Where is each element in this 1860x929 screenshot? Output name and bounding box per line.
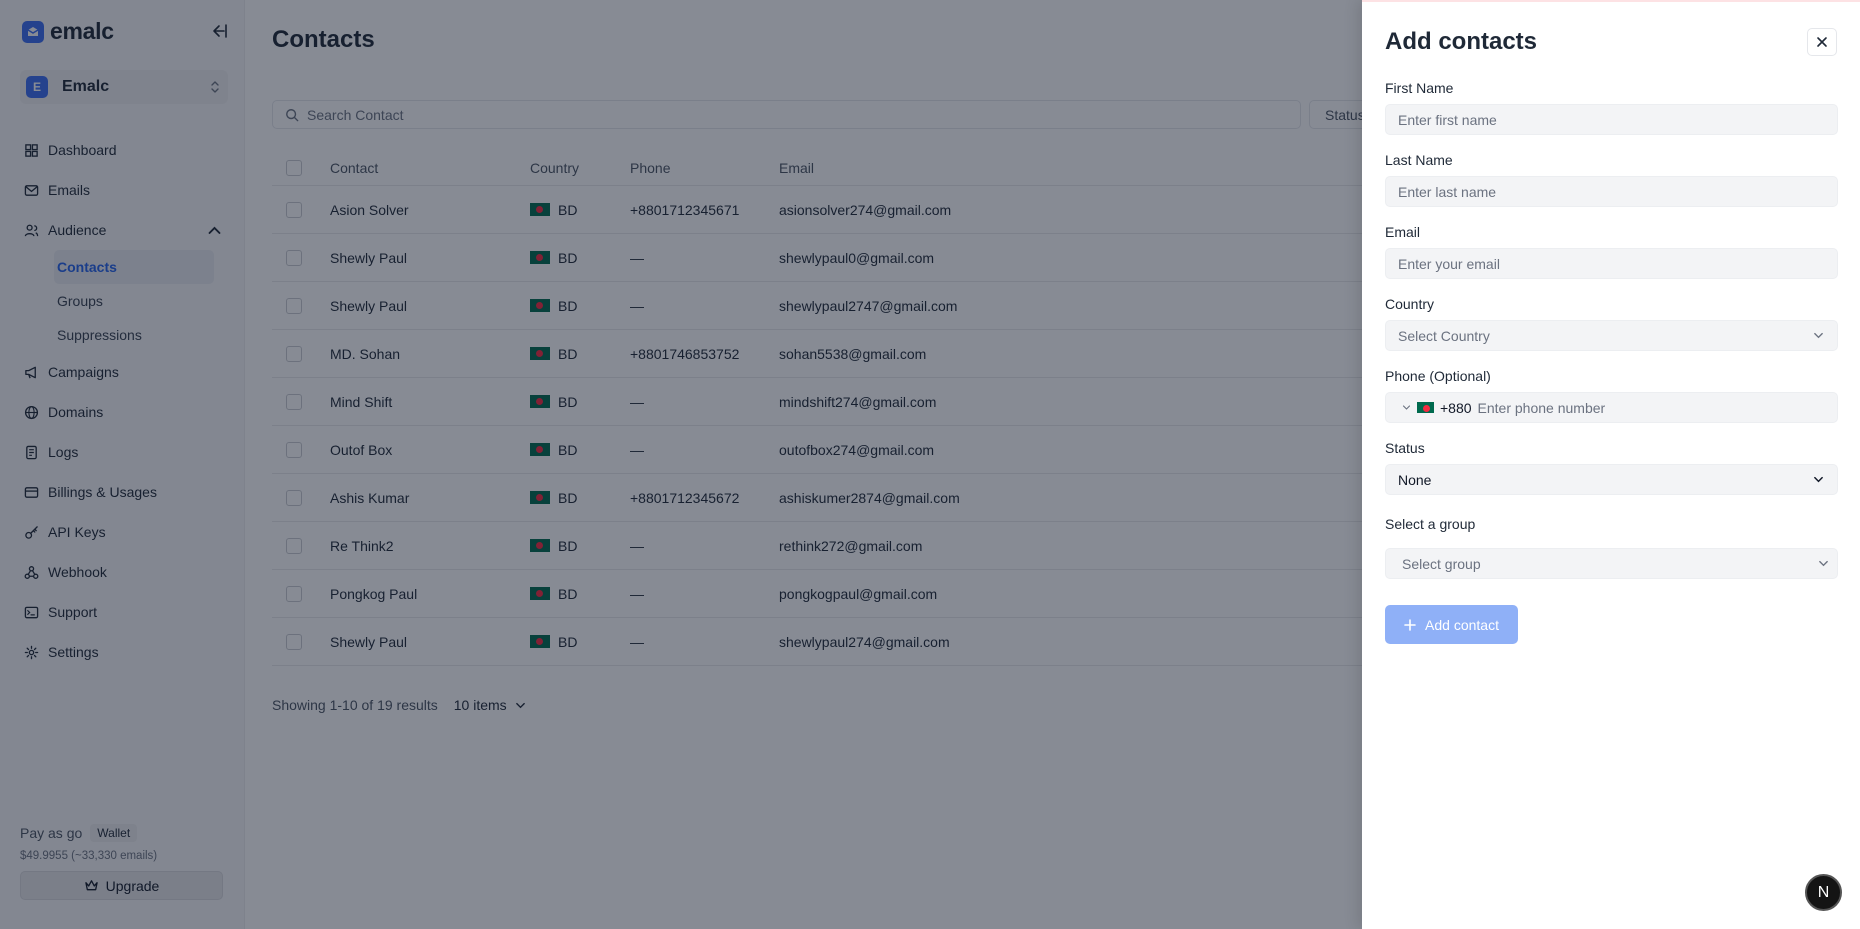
chevron-down-icon (1814, 476, 1823, 483)
drawer-top-accent (1362, 0, 1860, 2)
chevron-down-icon (1402, 405, 1411, 410)
plus-icon (1404, 618, 1416, 631)
status-label: Status (1385, 440, 1425, 456)
email-label: Email (1385, 224, 1421, 240)
first-name-label: First Name (1385, 80, 1454, 96)
status-select-value: None (1398, 471, 1432, 488)
phone-label: Phone (Optional) (1385, 368, 1491, 384)
phone-input[interactable] (1477, 399, 1837, 416)
last-name-field[interactable] (1385, 176, 1838, 207)
add-contact-label: Add contact (1425, 616, 1499, 633)
add-contact-drawer: Add contacts First Name Last Name Email … (1362, 0, 1860, 929)
first-name-input[interactable] (1398, 111, 1837, 128)
chevron-down-icon (1819, 560, 1828, 567)
assistant-fab-button[interactable]: N (1805, 874, 1842, 911)
close-icon (1817, 37, 1827, 47)
country-select[interactable]: Select Country (1385, 320, 1838, 351)
dial-code-dropdown[interactable]: +880 (1402, 400, 1472, 416)
first-name-field[interactable] (1385, 104, 1838, 135)
group-label: Select a group (1385, 516, 1476, 532)
phone-field[interactable]: +880 (1385, 392, 1838, 423)
email-input[interactable] (1398, 255, 1837, 272)
status-select[interactable]: None (1385, 464, 1838, 495)
chevron-down-icon (1814, 332, 1823, 339)
dial-code: +880 (1440, 399, 1472, 416)
country-label: Country (1385, 296, 1435, 312)
add-contact-button[interactable]: Add contact (1385, 605, 1518, 644)
last-name-label: Last Name (1385, 152, 1453, 168)
last-name-input[interactable] (1398, 183, 1837, 200)
country-select-placeholder: Select Country (1398, 327, 1490, 344)
group-select-placeholder: Select group (1402, 555, 1481, 572)
drawer-title: Add contacts (1385, 28, 1538, 55)
close-drawer-button[interactable] (1807, 28, 1837, 56)
bangladesh-flag-icon (1417, 402, 1434, 413)
email-field[interactable] (1385, 248, 1838, 279)
group-select[interactable]: Select group (1385, 548, 1838, 579)
